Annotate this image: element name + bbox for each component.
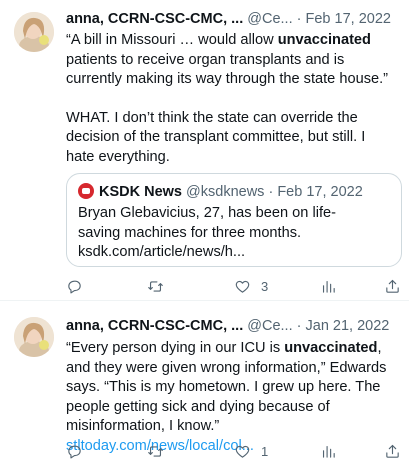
avatar[interactable] (14, 12, 54, 52)
like-count: 3 (261, 278, 269, 294)
text-segment: “A bill in Missouri … would allow (66, 32, 278, 48)
reply-icon (68, 445, 81, 458)
bold-text: unvaccinated (277, 32, 371, 48)
separator: · (268, 184, 274, 200)
retweet-button[interactable] (147, 441, 164, 461)
author-handle[interactable]: @Ce... (247, 11, 292, 27)
bold-text: unvaccinated (284, 340, 378, 356)
tweet-header: anna, CCRN-CSC-CMC, ... @Ce... · Jan 21,… (66, 317, 399, 335)
views-bar-chart-icon (322, 445, 335, 458)
tweet-date[interactable]: Feb 17, 2022 (306, 11, 391, 27)
share-button[interactable] (384, 441, 401, 461)
like-button[interactable]: 1 (234, 441, 268, 461)
author-name[interactable]: anna, CCRN-CSC-CMC, ... (66, 318, 243, 334)
tweet-paragraph: “A bill in Missouri … would allow unvacc… (66, 31, 397, 90)
quoted-tweet[interactable]: KSDK News @ksdknews · Feb 17, 2022 Bryan… (66, 173, 402, 267)
quoted-tweet-header: KSDK News @ksdknews · Feb 17, 2022 (78, 183, 363, 201)
tweet-date[interactable]: Jan 21, 2022 (306, 318, 390, 334)
views-button[interactable] (320, 441, 337, 461)
tweet[interactable]: anna, CCRN-CSC-CMC, ... @Ce... · Jan 21,… (0, 301, 409, 463)
reply-button[interactable] (66, 441, 83, 461)
quoted-text: Bryan Glebavicius, 27, has been on life-… (78, 205, 336, 241)
quoted-author-handle: @ksdknews (186, 184, 265, 200)
retweet-icon (148, 280, 163, 292)
tweet[interactable]: anna, CCRN-CSC-CMC, ... @Ce... · Feb 17,… (0, 0, 409, 300)
retweet-icon (148, 445, 163, 457)
tweet-header: anna, CCRN-CSC-CMC, ... @Ce... · Feb 17,… (66, 10, 399, 28)
tweet-actions: 1 (66, 441, 399, 461)
tweet-text: “Every person dying in our ICU is unvacc… (66, 339, 397, 456)
like-count: 1 (261, 443, 269, 459)
avatar[interactable] (14, 317, 54, 357)
text-segment: patients to receive organ transplants an… (66, 51, 389, 88)
quoted-tweet-date: Feb 17, 2022 (277, 184, 363, 200)
tweet-paragraph: WHAT. I don’t think the state can overri… (66, 109, 366, 165)
views-bar-chart-icon (322, 280, 335, 293)
tweet-actions: 3 (66, 276, 399, 296)
reply-button[interactable] (66, 276, 83, 296)
separator: · (296, 11, 302, 27)
ksdk-logo-icon (78, 183, 94, 199)
tweet-text: “A bill in Missouri … would allow unvacc… (66, 31, 397, 167)
quoted-tweet-text: Bryan Glebavicius, 27, has been on life-… (78, 204, 378, 263)
heart-icon (235, 280, 250, 293)
reply-icon (68, 280, 81, 293)
share-button[interactable] (384, 276, 401, 296)
share-upload-icon (386, 444, 399, 458)
author-name[interactable]: anna, CCRN-CSC-CMC, ... (66, 11, 243, 27)
share-upload-icon (386, 279, 399, 293)
separator: · (296, 318, 302, 334)
quoted-link-text: ksdk.com/article/news/h... (78, 244, 246, 260)
author-handle[interactable]: @Ce... (247, 318, 292, 334)
retweet-button[interactable] (147, 276, 164, 296)
heart-icon (235, 445, 250, 458)
like-button[interactable]: 3 (234, 276, 268, 296)
views-button[interactable] (320, 276, 337, 296)
quoted-author-name: KSDK News (99, 184, 182, 200)
text-segment: “Every person dying in our ICU is (66, 340, 285, 356)
